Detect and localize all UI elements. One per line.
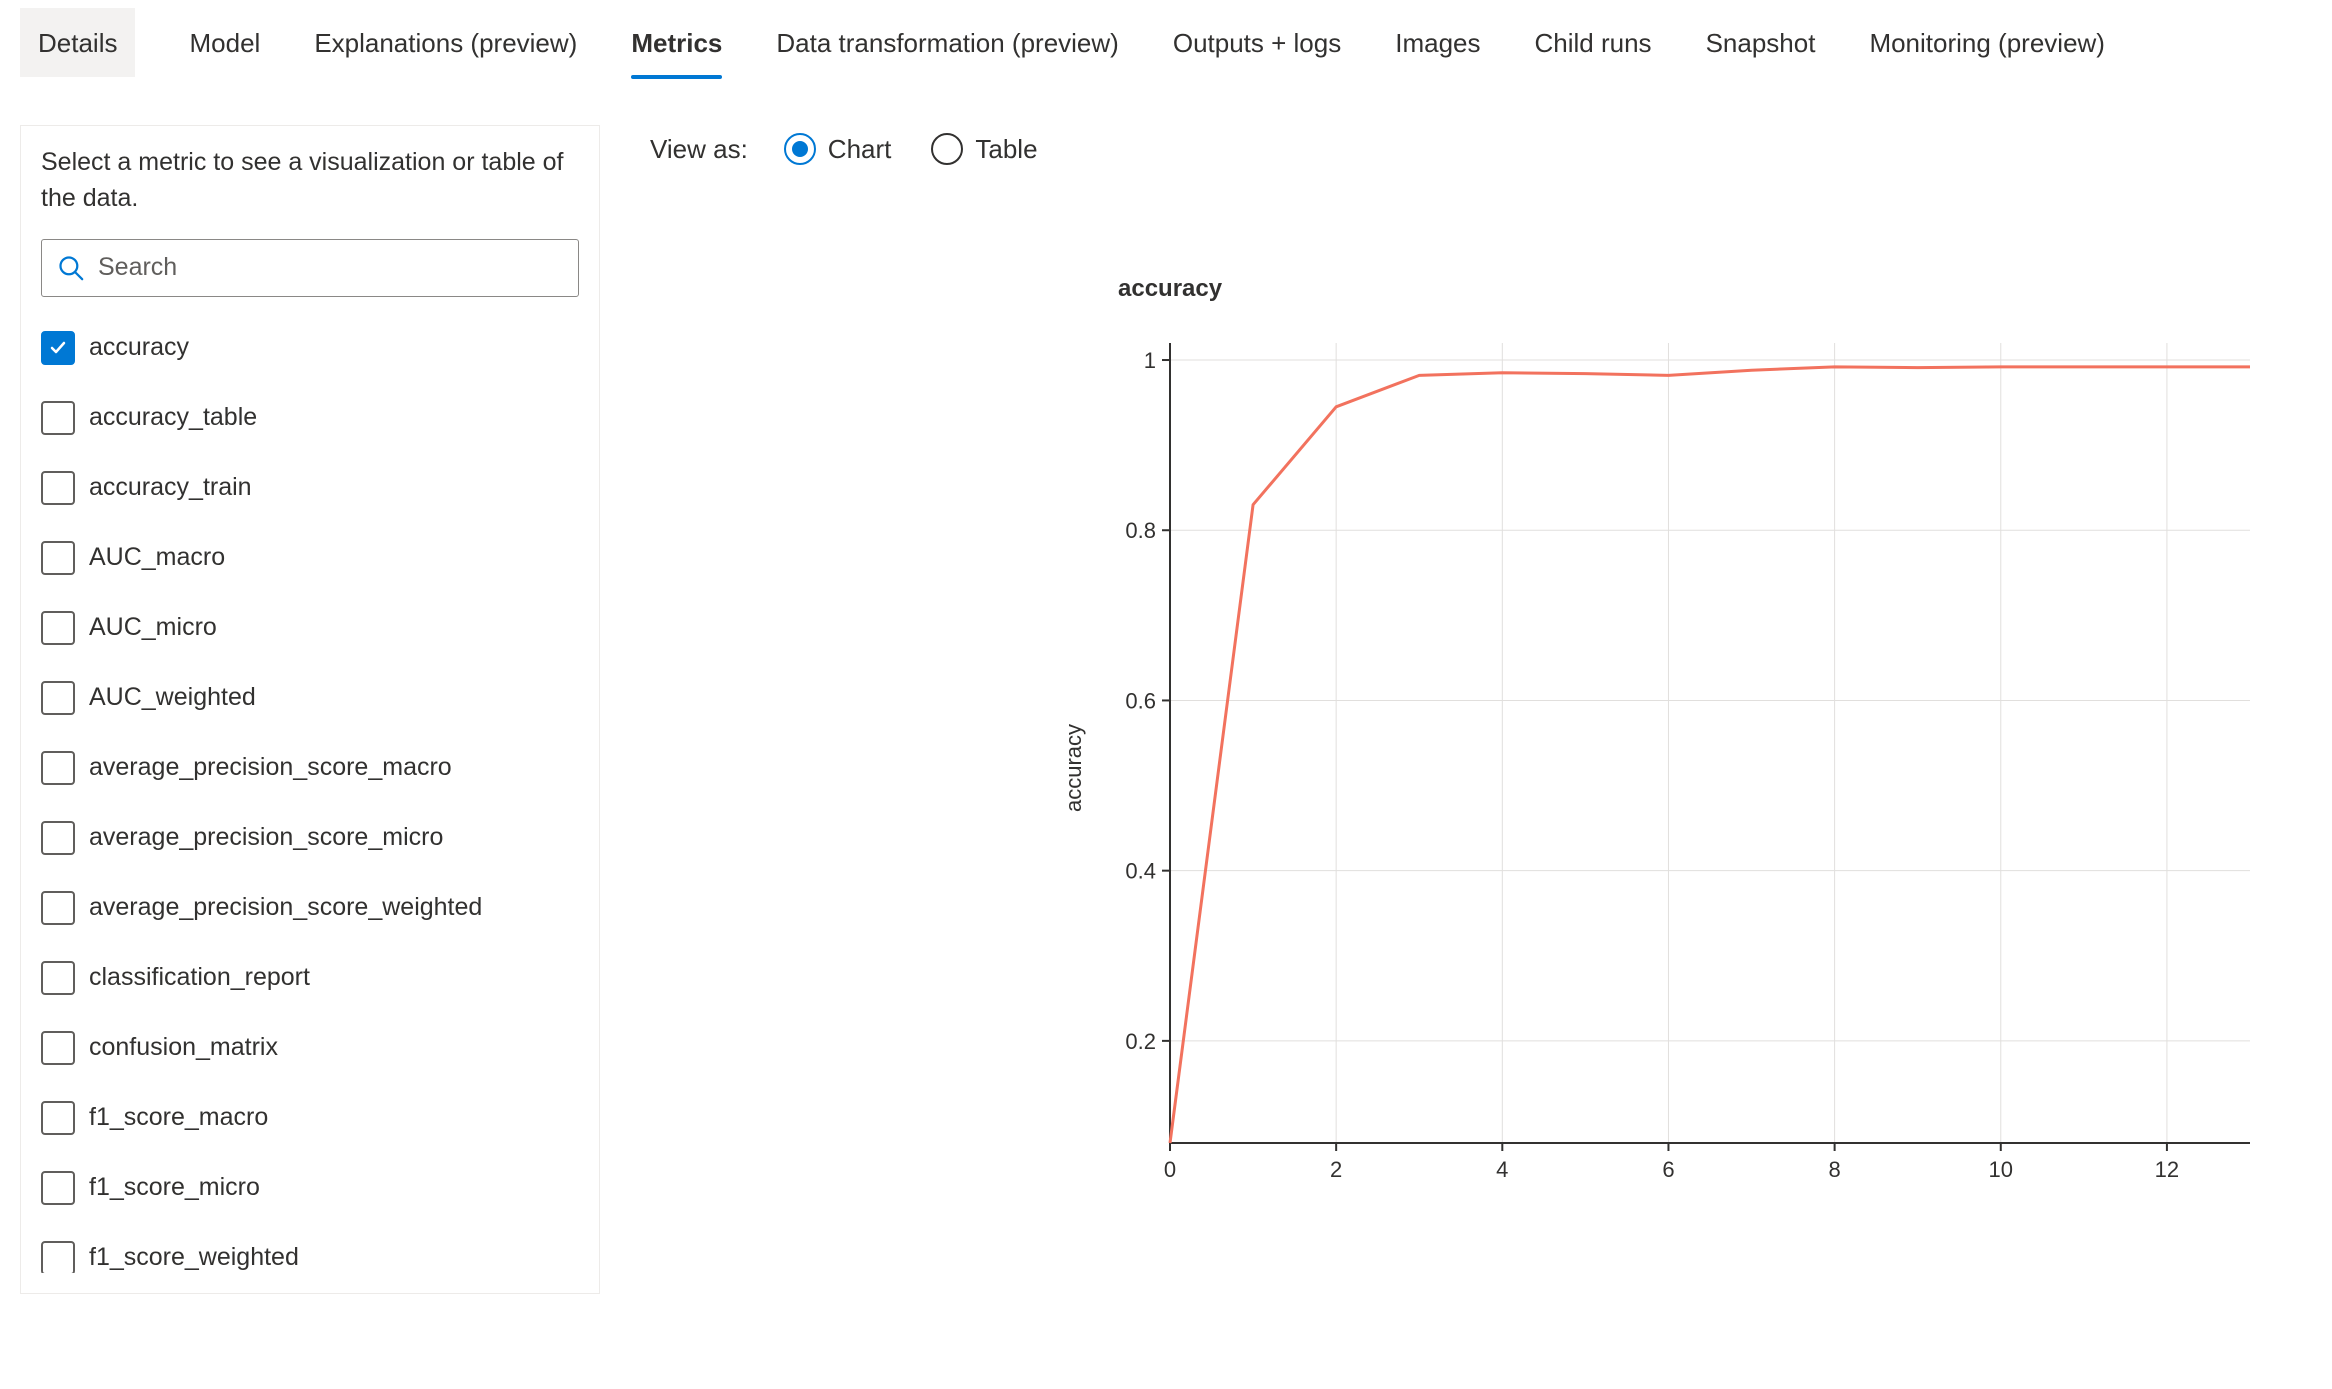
radio-icon — [931, 133, 963, 165]
checkbox-icon[interactable] — [41, 681, 75, 715]
metric-label: accuracy_table — [89, 403, 257, 432]
tab-data-transformation-preview[interactable]: Data transformation (preview) — [776, 8, 1118, 77]
metric-item-average_precision_score_macro[interactable]: average_precision_score_macro — [41, 733, 569, 803]
metric-label: AUC_micro — [89, 613, 217, 642]
search-input[interactable] — [41, 239, 579, 297]
metric-label: average_precision_score_micro — [89, 823, 443, 852]
radio-label: Table — [975, 134, 1037, 165]
metric-label: f1_score_micro — [89, 1173, 260, 1202]
radio-label: Chart — [828, 134, 892, 165]
sidebar-instruction: Select a metric to see a visualization o… — [41, 144, 579, 217]
checkbox-icon[interactable] — [41, 611, 75, 645]
tab-metrics[interactable]: Metrics — [631, 8, 722, 77]
metric-label: AUC_macro — [89, 543, 225, 572]
radio-table[interactable]: Table — [931, 133, 1037, 165]
tab-explanations-preview[interactable]: Explanations (preview) — [314, 8, 577, 77]
svg-text:1: 1 — [1144, 348, 1156, 373]
search-icon — [57, 254, 85, 282]
checkbox-icon[interactable] — [41, 331, 75, 365]
checkbox-icon[interactable] — [41, 1031, 75, 1065]
radio-icon — [784, 133, 816, 165]
tab-child-runs[interactable]: Child runs — [1535, 8, 1652, 77]
checkbox-icon[interactable] — [41, 961, 75, 995]
tab-model[interactable]: Model — [189, 8, 260, 77]
metric-item-AUC_macro[interactable]: AUC_macro — [41, 523, 569, 593]
radio-chart[interactable]: Chart — [784, 133, 892, 165]
chart-plot: accuracy 0.20.40.60.81024681012 — [1100, 333, 2260, 1203]
view-as-group: View as: Chart Table — [650, 133, 2312, 165]
svg-text:0: 0 — [1164, 1157, 1176, 1182]
metric-item-classification_report[interactable]: classification_report — [41, 943, 569, 1013]
svg-text:4: 4 — [1496, 1157, 1508, 1182]
svg-text:0.2: 0.2 — [1125, 1029, 1156, 1054]
metric-item-AUC_weighted[interactable]: AUC_weighted — [41, 663, 569, 733]
metric-sidebar: Select a metric to see a visualization o… — [20, 125, 600, 1294]
metric-item-accuracy[interactable]: accuracy — [41, 313, 569, 383]
checkbox-icon[interactable] — [41, 1171, 75, 1205]
svg-text:12: 12 — [2155, 1157, 2179, 1182]
metric-label: accuracy_train — [89, 473, 252, 502]
metric-list[interactable]: accuracy accuracy_table accuracy_train AUC_… — [41, 313, 579, 1273]
metric-item-average_precision_score_weighted[interactable]: average_precision_score_weighted — [41, 873, 569, 943]
metric-label: accuracy — [89, 333, 189, 362]
svg-text:0.4: 0.4 — [1125, 859, 1156, 884]
metric-label: f1_score_weighted — [89, 1243, 299, 1272]
checkbox-icon[interactable] — [41, 891, 75, 925]
metric-item-f1_score_micro[interactable]: f1_score_micro — [41, 1153, 569, 1223]
checkbox-icon[interactable] — [41, 751, 75, 785]
tab-outputs-logs[interactable]: Outputs + logs — [1173, 8, 1341, 77]
metric-item-f1_score_macro[interactable]: f1_score_macro — [41, 1083, 569, 1153]
svg-text:0.8: 0.8 — [1125, 518, 1156, 543]
metric-label: f1_score_macro — [89, 1103, 268, 1132]
metric-label: confusion_matrix — [89, 1033, 278, 1062]
checkbox-icon[interactable] — [41, 821, 75, 855]
metric-label: average_precision_score_weighted — [89, 893, 482, 922]
metric-label: average_precision_score_macro — [89, 753, 452, 782]
tab-bar: Details Model Explanations (preview) Metric… — [20, 0, 2312, 85]
tab-details[interactable]: Details — [20, 8, 135, 77]
search-wrap — [41, 239, 579, 297]
metric-item-AUC_micro[interactable]: AUC_micro — [41, 593, 569, 663]
checkbox-icon[interactable] — [41, 401, 75, 435]
metric-item-accuracy_train[interactable]: accuracy_train — [41, 453, 569, 523]
metric-label: AUC_weighted — [89, 683, 256, 712]
chart-ylabel: accuracy — [1061, 724, 1087, 812]
svg-text:0.6: 0.6 — [1125, 688, 1156, 713]
metric-item-confusion_matrix[interactable]: confusion_matrix — [41, 1013, 569, 1083]
chart-title: accuracy — [1118, 275, 2312, 303]
tab-monitoring-preview[interactable]: Monitoring (preview) — [1869, 8, 2105, 77]
metric-label: classification_report — [89, 963, 310, 992]
svg-text:6: 6 — [1662, 1157, 1674, 1182]
chart-area: accuracy accuracy 0.20.40.60.81024681012 — [650, 275, 2312, 1203]
tab-images[interactable]: Images — [1395, 8, 1480, 77]
view-as-label: View as: — [650, 134, 748, 165]
tab-snapshot[interactable]: Snapshot — [1706, 8, 1816, 77]
chart-svg: 0.20.40.60.81024681012 — [1100, 333, 2260, 1203]
svg-text:2: 2 — [1330, 1157, 1342, 1182]
checkbox-icon[interactable] — [41, 541, 75, 575]
metric-item-average_precision_score_micro[interactable]: average_precision_score_micro — [41, 803, 569, 873]
metric-item-accuracy_table[interactable]: accuracy_table — [41, 383, 569, 453]
checkbox-icon[interactable] — [41, 471, 75, 505]
metric-item-f1_score_weighted[interactable]: f1_score_weighted — [41, 1223, 569, 1273]
checkbox-icon[interactable] — [41, 1241, 75, 1273]
checkbox-icon[interactable] — [41, 1101, 75, 1135]
svg-text:10: 10 — [1989, 1157, 2013, 1182]
svg-text:8: 8 — [1828, 1157, 1840, 1182]
